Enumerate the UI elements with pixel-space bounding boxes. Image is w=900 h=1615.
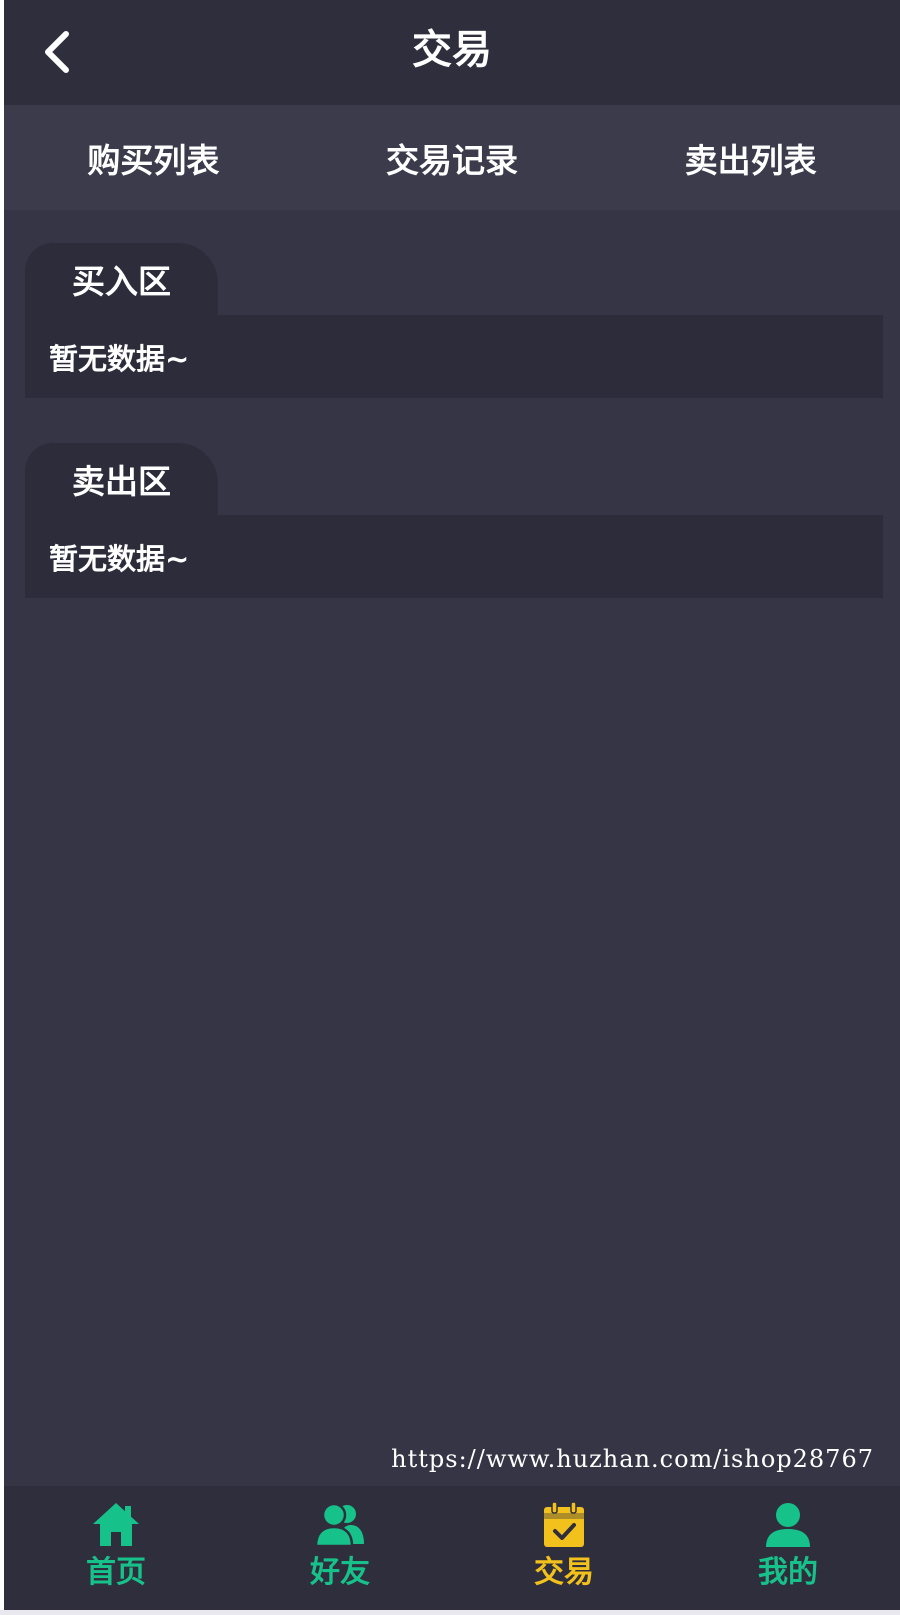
tab-trade-records[interactable]: 交易记录 (303, 105, 602, 210)
sell-zone: 卖出区 暂无数据~ (25, 443, 883, 598)
nav-label-home: 首页 (86, 1555, 146, 1590)
nav-item-mine[interactable]: 我的 (676, 1486, 900, 1610)
nav-item-friends[interactable]: 好友 (228, 1486, 452, 1610)
buy-zone: 买入区 暂无数据~ (25, 243, 883, 398)
screen-bottom-edge (0, 1610, 900, 1615)
tab-buy-list[interactable]: 购买列表 (4, 105, 303, 210)
calendar-check-icon (544, 1501, 584, 1547)
sell-zone-title: 卖出区 (25, 443, 218, 515)
buy-zone-title: 买入区 (25, 243, 218, 315)
watermark-url: https://www.huzhan.com/ishop28767 (391, 1445, 874, 1473)
nav-label-trade: 交易 (534, 1555, 594, 1590)
page-title: 交易 (412, 27, 492, 73)
tab-bar: 购买列表 交易记录 卖出列表 (4, 105, 900, 210)
friends-icon (315, 1502, 364, 1548)
user-icon (766, 1503, 810, 1547)
sell-zone-empty-text: 暂无数据~ (25, 515, 883, 598)
nav-label-mine: 我的 (758, 1555, 818, 1590)
nav-label-friends: 好友 (310, 1555, 370, 1590)
top-bar: 交易 (4, 0, 900, 105)
tab-sell-list[interactable]: 卖出列表 (601, 105, 900, 210)
nav-item-home[interactable]: 首页 (4, 1486, 228, 1610)
bottom-nav: 首页 好友 交易 我的 (4, 1486, 900, 1610)
app-screen: 交易 购买列表 交易记录 卖出列表 买入区 暂无数据~ 卖出区 暂无数据~ ht… (4, 0, 900, 1610)
home-icon (93, 1503, 139, 1546)
buy-zone-empty-text: 暂无数据~ (25, 315, 883, 398)
nav-item-trade[interactable]: 交易 (452, 1486, 676, 1610)
